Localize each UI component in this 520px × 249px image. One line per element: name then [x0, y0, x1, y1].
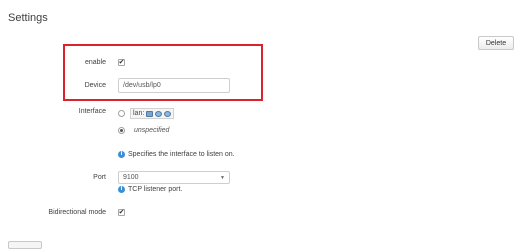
globe-icon [164, 110, 172, 117]
port-hint-text: TCP listener port. [128, 186, 183, 193]
interface-radio-unspecified[interactable] [118, 127, 125, 134]
interface-hint: i Specifies the interface to listen on. [118, 151, 235, 158]
bottom-button[interactable] [8, 241, 42, 249]
port-value: 9100 [123, 174, 139, 181]
highlight-annotation [63, 44, 263, 101]
bidirectional-checkbox[interactable]: ✔ [118, 209, 125, 216]
interface-hint-text: Specifies the interface to listen on. [128, 151, 235, 158]
bidirectional-label: Bidirectional mode [48, 209, 106, 216]
interface-option-lan[interactable]: lan: [130, 108, 175, 119]
network-icon [146, 110, 154, 117]
info-icon: i [118, 151, 125, 158]
info-icon: i [118, 186, 125, 193]
port-select[interactable]: 9100 ▼ [118, 171, 230, 184]
interface-radio-lan[interactable] [118, 110, 125, 117]
radio-selected-dot [120, 129, 123, 132]
port-label: Port [93, 174, 106, 181]
delete-button[interactable]: Delete [478, 36, 514, 50]
interface-unspecified-text: unspecified [134, 127, 170, 134]
chevron-down-icon: ▼ [220, 174, 225, 181]
globe-icon [155, 110, 163, 117]
interface-lan-text: lan: [133, 110, 145, 117]
checkmark-icon: ✔ [118, 209, 125, 216]
page-title: Settings [8, 12, 48, 24]
port-hint: i TCP listener port. [118, 186, 182, 193]
interface-label: Interface [78, 108, 106, 115]
